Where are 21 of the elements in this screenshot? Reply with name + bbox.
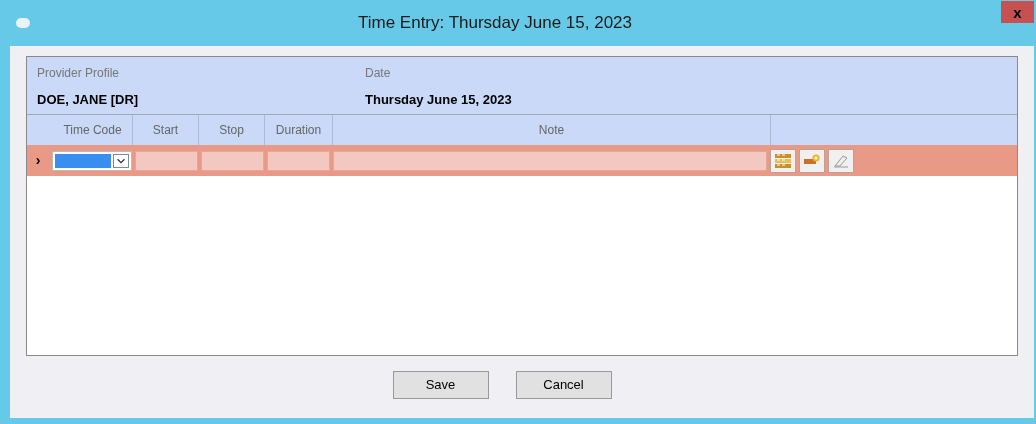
time-field[interactable] [135, 150, 198, 171]
provider-name: DOE, JANE [DR] [37, 91, 140, 109]
grid-icon [774, 152, 792, 169]
note-field[interactable] [333, 150, 767, 171]
chevron-down-icon [113, 153, 129, 168]
time-field[interactable] [267, 150, 330, 171]
table-row[interactable]: › [27, 145, 1017, 176]
window-title: Time Entry: Thursday June 15, 2023 [357, 12, 632, 35]
field-label: Date [365, 65, 392, 82]
close-button[interactable]: x [1001, 1, 1034, 23]
toolbar-button[interactable] [770, 148, 796, 173]
app-icon [16, 18, 30, 28]
dialog-button[interactable]: Save [392, 371, 489, 399]
field-label: Provider Profile [37, 65, 121, 82]
time-code-dropdown[interactable] [52, 150, 132, 171]
date-value: Thursday June 15, 2023 [365, 91, 512, 109]
row-indicator: › [34, 151, 42, 170]
time-field[interactable] [201, 150, 264, 171]
toolbar-button[interactable] [828, 148, 854, 173]
toolbar-button[interactable] [799, 148, 825, 173]
dialog-button[interactable]: Cancel [515, 371, 612, 399]
